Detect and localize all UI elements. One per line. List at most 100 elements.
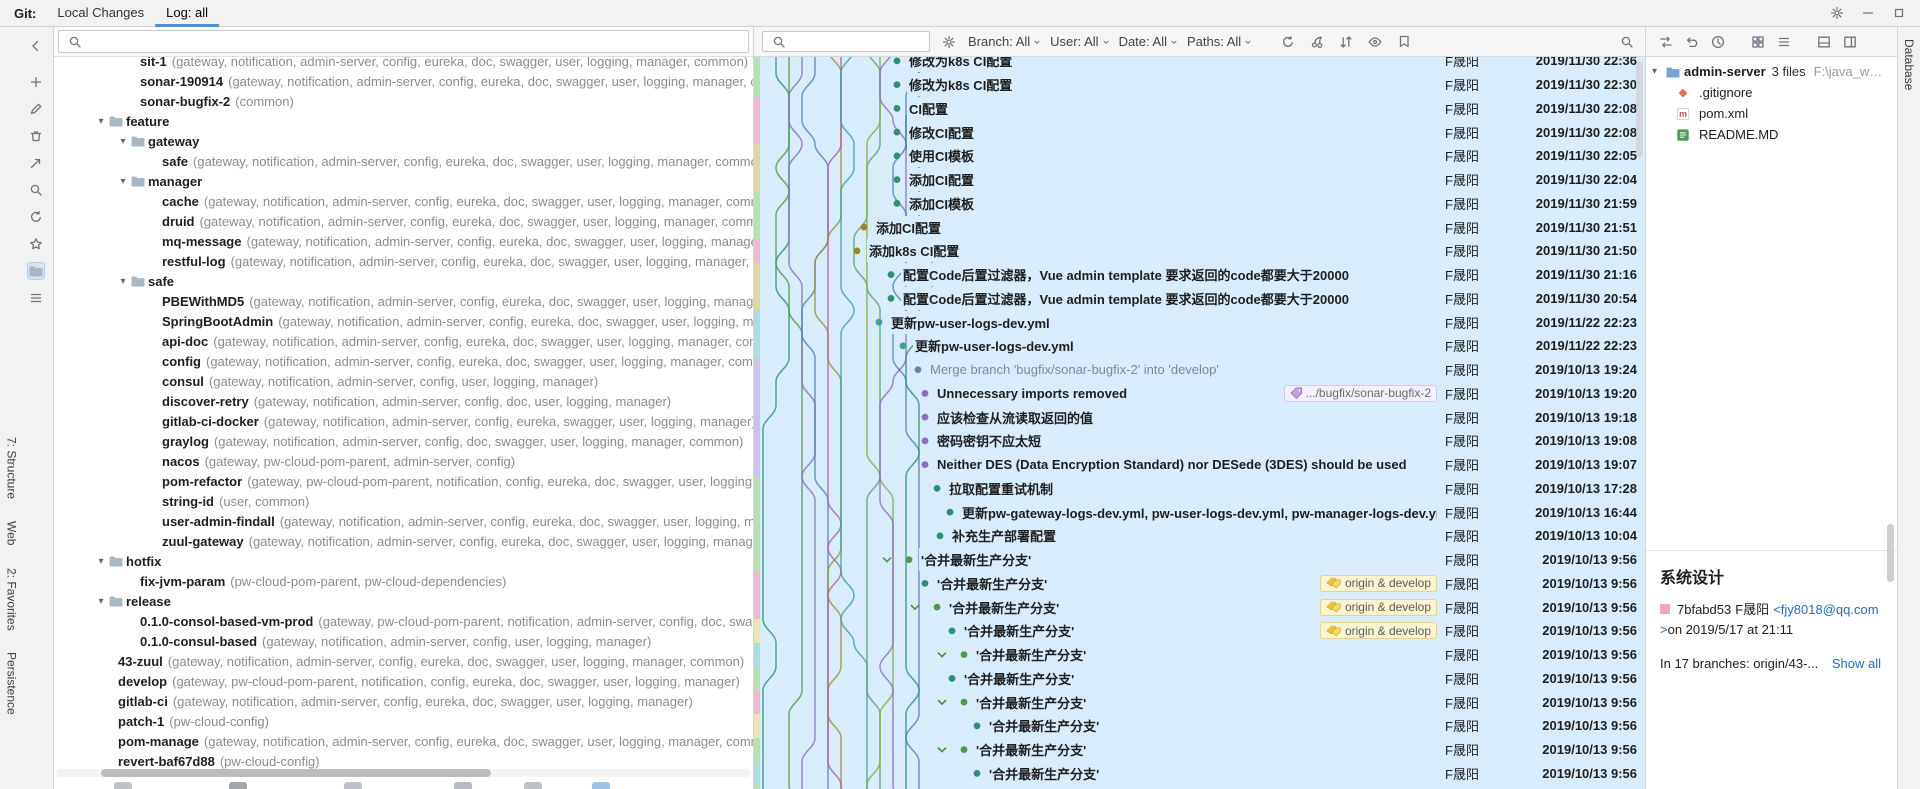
branch-row[interactable]: graylog(gateway, notification, admin-ser…: [54, 431, 753, 451]
commit-row[interactable]: '合并最新生产分支'F晟阳2019/10/13 9:56: [754, 690, 1645, 714]
branch-row[interactable]: api-doc(gateway, notification, admin-ser…: [54, 331, 753, 351]
commit-row[interactable]: 添加k8s CI配置F晟阳2019/11/30 21:50: [754, 239, 1645, 263]
tool-window-button[interactable]: 7: Structure: [5, 437, 19, 499]
commit-row[interactable]: Neither DES (Data Encryption Standard) n…: [754, 453, 1645, 477]
filter-user[interactable]: User: All: [1050, 34, 1109, 49]
branch-row[interactable]: gitlab-ci-docker(gateway, notification, …: [54, 411, 753, 431]
filter-date[interactable]: Date: All: [1119, 34, 1178, 49]
commit-row[interactable]: 密码密钥不应太短F晟阳2019/10/13 19:08: [754, 429, 1645, 453]
commit-row[interactable]: '合并最新生产分支'origin & developF晟阳2019/10/13 …: [754, 572, 1645, 596]
view-options-icon[interactable]: [1774, 32, 1794, 52]
branch-row[interactable]: consul(gateway, notification, admin-serv…: [54, 371, 753, 391]
branch-row[interactable]: 0.1.0-consul-based(gateway, notification…: [54, 631, 753, 651]
branch-row[interactable]: safe(gateway, notification, admin-server…: [54, 151, 753, 171]
commit-row[interactable]: 修改为k8s CI配置F晟阳2019/11/30 22:36: [754, 57, 1645, 73]
refresh-log-icon[interactable]: [1278, 32, 1298, 52]
commit-row[interactable]: 修改CI配置F晟阳2019/11/30 22:08: [754, 120, 1645, 144]
edit-icon[interactable]: [27, 100, 45, 118]
tool-window-button[interactable]: Persistence: [5, 652, 19, 715]
branch-row[interactable]: string-id(user, common): [54, 491, 753, 511]
group-by-directory-icon[interactable]: [27, 262, 45, 280]
branch-row[interactable]: cache(gateway, notification, admin-serve…: [54, 191, 753, 211]
branch-row[interactable]: revert-baf67d88(pw-cloud-config): [54, 751, 753, 771]
back-icon[interactable]: [27, 37, 45, 55]
branch-search-input[interactable]: [90, 33, 742, 50]
chevron-down-icon[interactable]: ▾: [116, 136, 130, 147]
chevron-down-icon[interactable]: ▾: [1652, 66, 1665, 77]
branch-row[interactable]: SpringBootAdmin(gateway, notification, a…: [54, 311, 753, 331]
ref-label[interactable]: origin & develop: [1320, 599, 1437, 616]
commit-row[interactable]: CI配置F晟阳2019/11/30 22:08: [754, 97, 1645, 121]
commit-row[interactable]: 配置Code后置过滤器，Vue admin template 要求返回的code…: [754, 263, 1645, 287]
commit-row[interactable]: '合并最新生产分支'F晟阳2019/10/13 9:56: [754, 785, 1645, 789]
branch-row[interactable]: config(gateway, notification, admin-serv…: [54, 351, 753, 371]
tool-window-button[interactable]: 2: Favorites: [5, 568, 19, 631]
branch-row[interactable]: 43-zuul(gateway, notification, admin-ser…: [54, 651, 753, 671]
branch-row[interactable]: restful-log(gateway, notification, admin…: [54, 251, 753, 271]
tool-window-button[interactable]: Database: [1902, 39, 1916, 90]
branch-row[interactable]: fix-jvm-param(pw-cloud-pom-parent, pw-cl…: [54, 571, 753, 591]
add-branch-icon[interactable]: [27, 73, 45, 91]
branch-row[interactable]: user-admin-findall(gateway, notification…: [54, 511, 753, 531]
chevron-down-icon[interactable]: ▾: [94, 116, 108, 127]
find-commit-icon[interactable]: [1617, 32, 1637, 52]
commit-row[interactable]: 添加CI配置F晟阳2019/11/30 21:51: [754, 215, 1645, 239]
branch-row[interactable]: pom-manage(gateway, notification, admin-…: [54, 731, 753, 751]
ref-label[interactable]: .../bugfix/sonar-bugfix-2: [1284, 385, 1437, 402]
branch-folder-row[interactable]: ▾hotfix: [54, 551, 753, 571]
branch-folder-row[interactable]: ▾feature: [54, 111, 753, 131]
commit-row[interactable]: '合并最新生产分支'F晟阳2019/10/13 9:56: [754, 548, 1645, 572]
commit-row[interactable]: 补充生产部署配置F晟阳2019/10/13 10:04: [754, 524, 1645, 548]
horizontal-scrollbar[interactable]: [56, 769, 751, 777]
commit-row[interactable]: '合并最新生产分支'F晟阳2019/10/13 9:56: [754, 762, 1645, 786]
rollback-icon[interactable]: [1682, 32, 1702, 52]
commit-row[interactable]: '合并最新生产分支'F晟阳2019/10/13 9:56: [754, 667, 1645, 691]
branch-folder-row[interactable]: ▾manager: [54, 171, 753, 191]
commit-row[interactable]: 应该检查从流读取返回的值F晟阳2019/10/13 19:18: [754, 405, 1645, 429]
find-icon[interactable]: [27, 181, 45, 199]
chevron-down-icon[interactable]: ▾: [116, 276, 130, 287]
history-icon[interactable]: [1708, 32, 1728, 52]
branch-row[interactable]: PBEWithMD5(gateway, notification, admin-…: [54, 291, 753, 311]
commit-row[interactable]: 拉取配置重试机制F晟阳2019/10/13 17:28: [754, 477, 1645, 501]
show-details-eye-icon[interactable]: [1365, 32, 1385, 52]
log-search-box[interactable]: [762, 31, 930, 52]
changed-file-row[interactable]: mpom.xml: [1646, 103, 1897, 124]
chevron-down-icon[interactable]: ▾: [94, 556, 108, 567]
branch-search-box[interactable]: [58, 30, 749, 53]
refresh-icon[interactable]: [27, 208, 45, 226]
branch-row[interactable]: discover-retry(gateway, notification, ad…: [54, 391, 753, 411]
branch-row[interactable]: sonar-190914(gateway, notification, admi…: [54, 71, 753, 91]
hide-icon[interactable]: [1859, 4, 1877, 22]
commit-row[interactable]: 使用CI模板F晟阳2019/11/30 22:05: [754, 144, 1645, 168]
commit-row[interactable]: Unnecessary imports removed.../bugfix/so…: [754, 382, 1645, 406]
log-search-input[interactable]: [794, 33, 923, 50]
tab-local-changes[interactable]: Local Changes: [46, 0, 155, 27]
branch-row[interactable]: develop(gateway, pw-cloud-pom-parent, no…: [54, 671, 753, 691]
changed-file-row[interactable]: .gitignore: [1646, 82, 1897, 103]
commit-row[interactable]: 更新pw-user-logs-dev.ymlF晟阳2019/11/22 22:2…: [754, 334, 1645, 358]
delete-icon[interactable]: [27, 127, 45, 145]
commit-row[interactable]: Merge branch 'bugfix/sonar-bugfix-2' int…: [754, 358, 1645, 382]
ref-label[interactable]: origin & develop: [1320, 622, 1437, 639]
scrollbar-thumb[interactable]: [101, 769, 491, 777]
changed-file-row[interactable]: README.MD: [1646, 124, 1897, 145]
branch-row[interactable]: sonar-bugfix-2(common): [54, 91, 753, 111]
branch-folder-row[interactable]: ▾safe: [54, 271, 753, 291]
commit-row[interactable]: 添加CI模板F晟阳2019/11/30 21:59: [754, 192, 1645, 216]
branch-row[interactable]: pom-refactor(gateway, pw-cloud-pom-paren…: [54, 471, 753, 491]
commit-row[interactable]: 添加CI配置F晟阳2019/11/30 22:04: [754, 168, 1645, 192]
commit-row[interactable]: '合并最新生产分支'origin & developF晟阳2019/10/13 …: [754, 619, 1645, 643]
editor-layout-icon[interactable]: [1840, 32, 1860, 52]
commit-row[interactable]: '合并最新生产分支'F晟阳2019/10/13 9:56: [754, 738, 1645, 762]
tab-log-all[interactable]: Log: all: [155, 0, 219, 27]
preview-layout-icon[interactable]: [1814, 32, 1834, 52]
commit-row[interactable]: 配置Code后置过滤器，Vue admin template 要求返回的code…: [754, 287, 1645, 311]
commit-row[interactable]: 更新pw-gateway-logs-dev.yml, pw-user-logs-…: [754, 500, 1645, 524]
log-scrollbar-thumb[interactable]: [1636, 61, 1643, 157]
filter-paths[interactable]: Paths: All: [1187, 34, 1252, 49]
commit-row[interactable]: 修改为k8s CI配置F晟阳2019/11/30 22:30: [754, 73, 1645, 97]
branch-row[interactable]: patch-1(pw-cloud-config): [54, 711, 753, 731]
branch-row[interactable]: zuul-gateway(gateway, notification, admi…: [54, 531, 753, 551]
log-settings-icon[interactable]: [939, 32, 959, 52]
